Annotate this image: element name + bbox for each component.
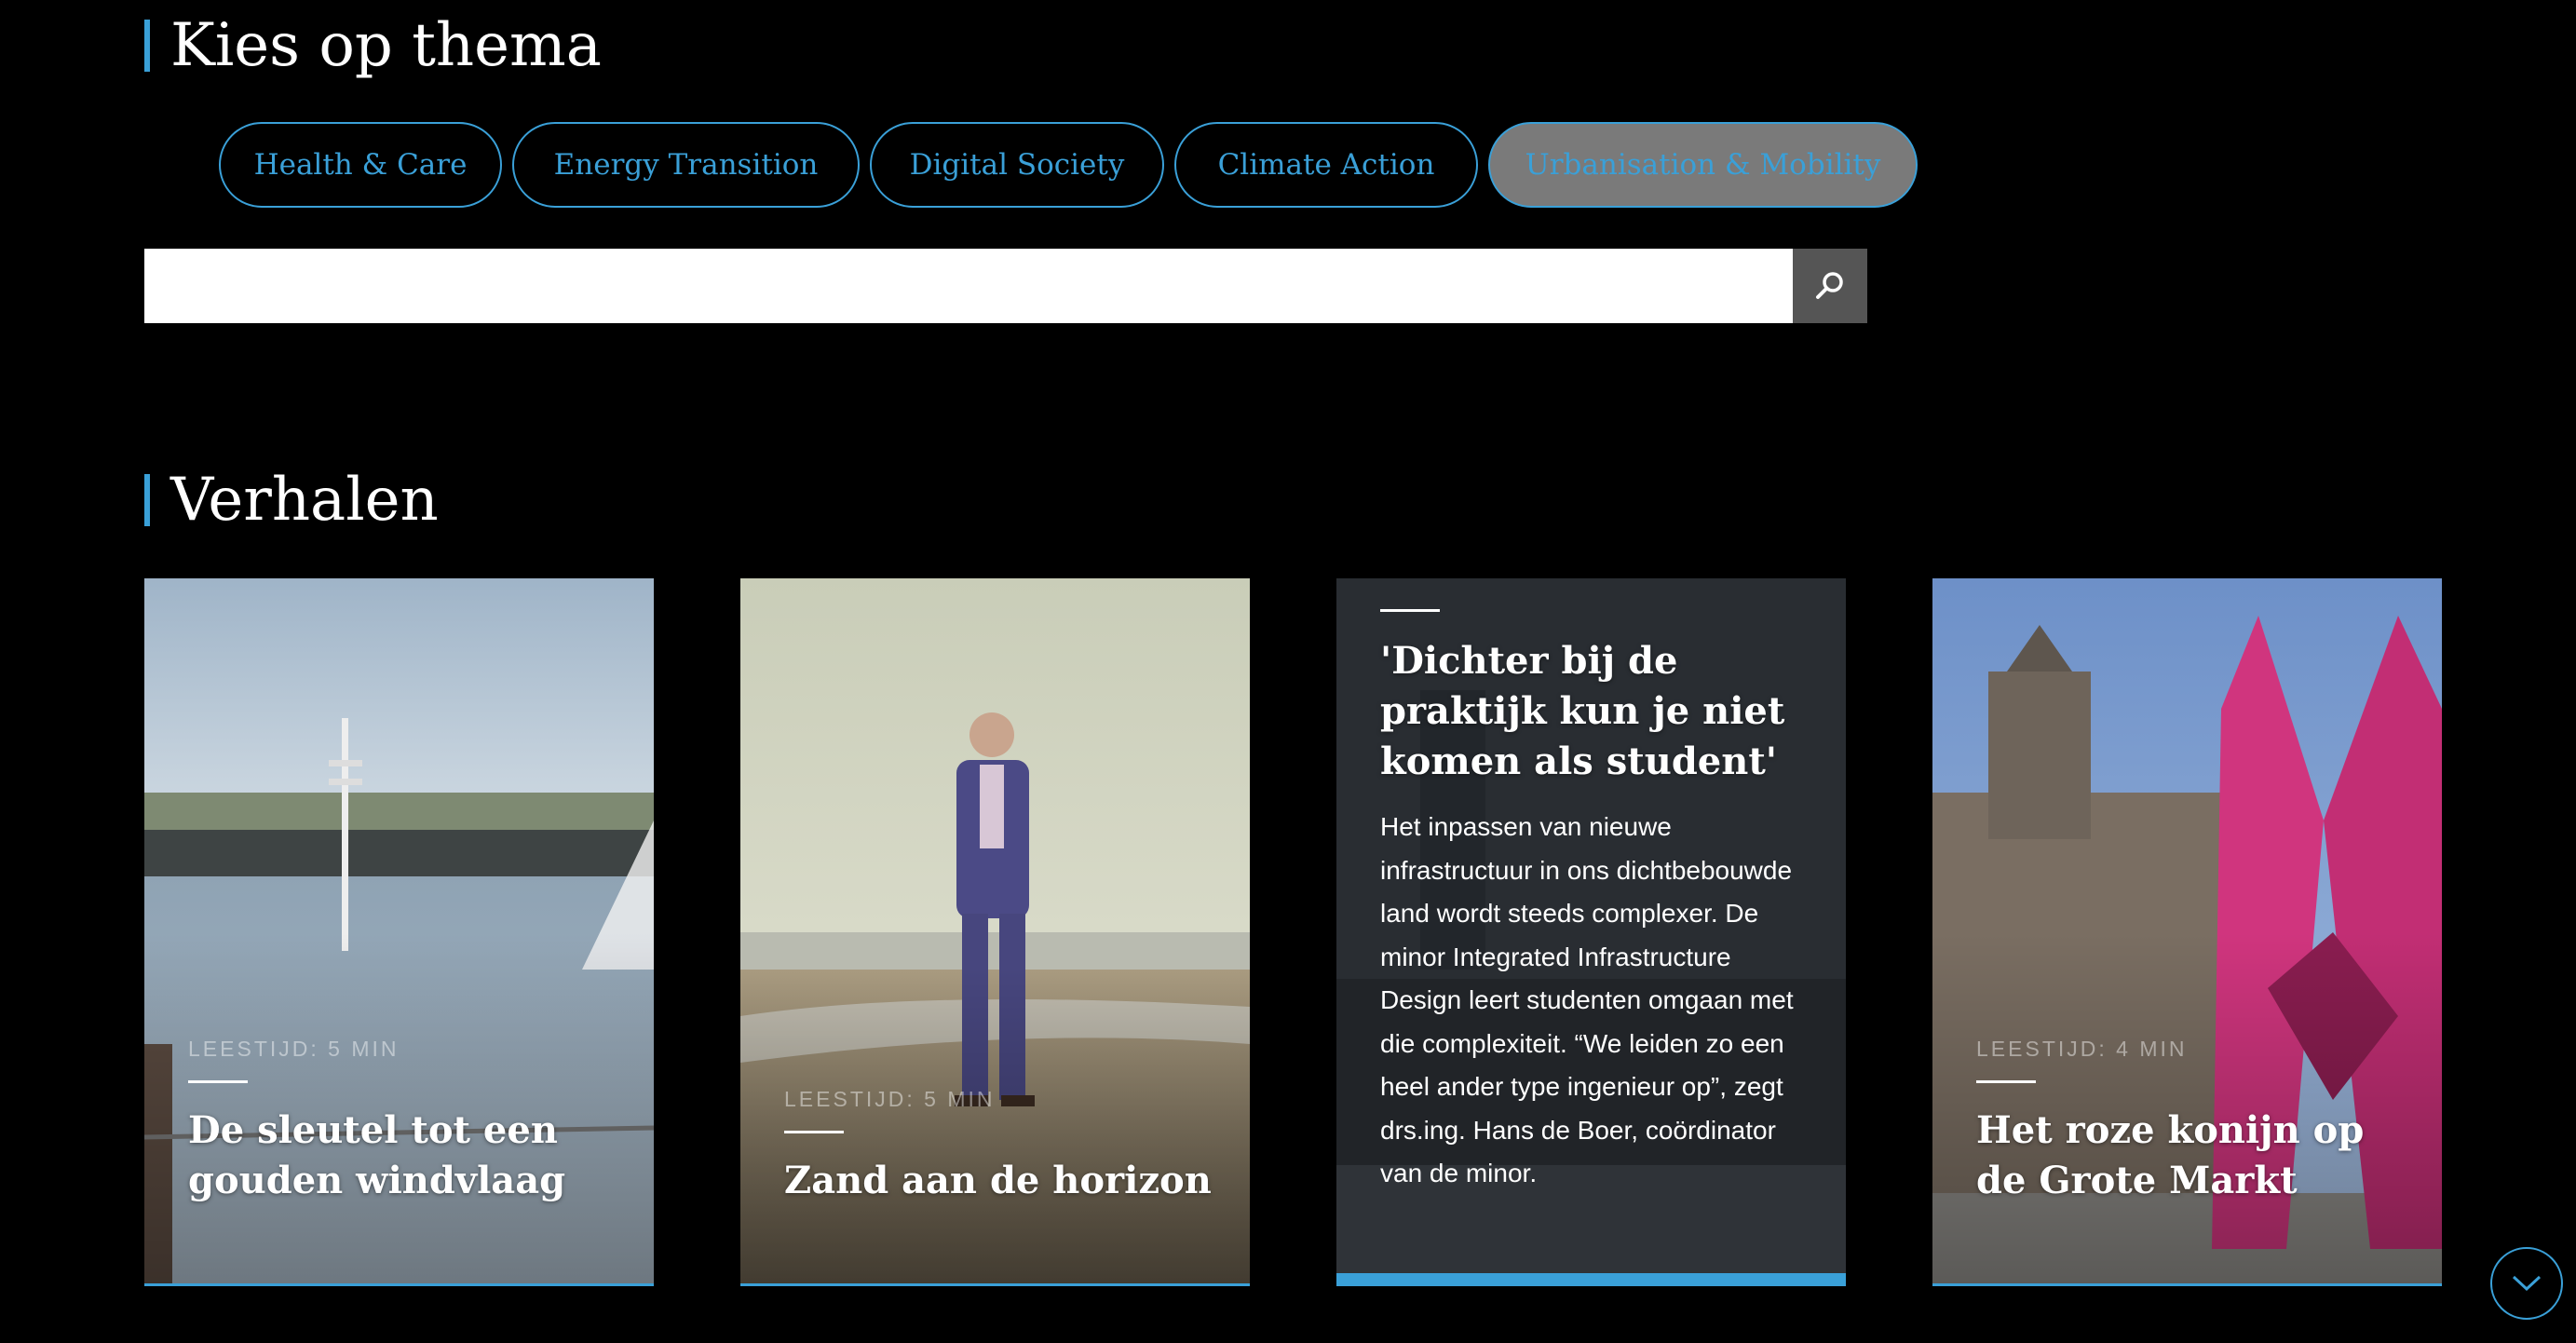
scroll-down-button[interactable] [2490,1247,2563,1320]
search-input[interactable] [144,249,1793,323]
tab-urbanisation-mobility[interactable]: Urbanisation & Mobility [1488,122,1918,208]
read-time: LEESTIJD: 4 MIN [1976,1037,2188,1061]
card-divider [1380,609,1440,612]
card-content: LEESTIJD: 5 MIN De sleutel tot een goude… [188,1037,617,1206]
theme-tabs: Health & Care Energy Transition Digital … [219,122,1918,208]
card-content: LEESTIJD: 4 MIN Het roze konijn op de Gr… [1976,1037,2405,1206]
tab-energy-transition[interactable]: Energy Transition [512,122,860,208]
story-card[interactable]: 'Dichter bij de praktijk kun je niet kom… [1336,578,1846,1286]
search-button[interactable] [1793,249,1867,323]
tab-digital-society[interactable]: Digital Society [870,122,1164,208]
theme-section-title: Kies op thema [144,11,602,80]
card-divider [784,1131,844,1133]
card-active-indicator [1336,1273,1846,1286]
read-time: LEESTIJD: 5 MIN [188,1037,400,1061]
title-accent-bar [144,474,150,526]
search-bar [144,249,1867,323]
story-card[interactable]: LEESTIJD: 5 MIN Zand aan de horizon [740,578,1250,1286]
search-icon [1816,272,1843,299]
card-title: Het roze konijn op de Grote Markt [1976,1108,2365,1202]
chevron-down-icon [2512,1275,2542,1292]
tab-climate-action[interactable]: Climate Action [1174,122,1478,208]
card-title: Zand aan de horizon [784,1159,1212,1202]
card-content: LEESTIJD: 5 MIN Zand aan de horizon [784,1087,1213,1206]
card-divider [1976,1080,2036,1083]
stories-section-title: Verhalen [144,466,439,535]
tab-health-care[interactable]: Health & Care [219,122,502,208]
card-title: 'Dichter bij de praktijk kun je niet kom… [1380,639,1785,783]
stories-title-text: Verhalen [170,466,439,535]
story-card[interactable]: LEESTIJD: 4 MIN Het roze konijn op de Gr… [1932,578,2442,1286]
card-content: 'Dichter bij de praktijk kun je niet kom… [1380,609,1809,1196]
read-time: LEESTIJD: 5 MIN [784,1087,996,1111]
story-card[interactable]: LEESTIJD: 5 MIN De sleutel tot een goude… [144,578,654,1286]
card-divider [188,1080,248,1083]
theme-title-text: Kies op thema [170,11,602,80]
card-summary: Het inpassen van nieuwe infrastructuur i… [1380,812,1794,1187]
card-title: De sleutel tot een gouden windvlaag [188,1108,566,1202]
title-accent-bar [144,20,150,72]
